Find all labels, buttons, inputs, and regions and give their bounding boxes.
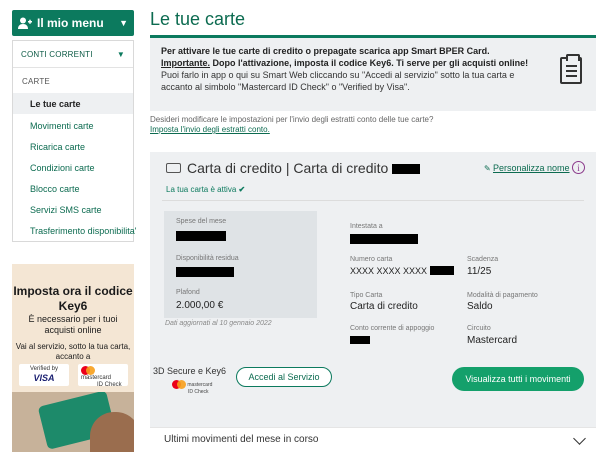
banner-subtitle: È necessario per i tuoi acquisti online bbox=[28, 314, 118, 335]
key6-promo-banner[interactable]: Imposta ora il codice Key6 È necessario … bbox=[12, 264, 134, 452]
mastercard-id-check-logo: mastercard ID Check bbox=[172, 380, 212, 395]
carte-group-label: CARTE bbox=[22, 77, 50, 86]
activation-info-box: Per attivare le tue carte di credito o p… bbox=[150, 35, 596, 111]
redacted bbox=[350, 234, 418, 244]
disponibilita-label: Disponibilità residua bbox=[176, 255, 239, 262]
info-line-2: Importante. Dopo l'attivazione, imposta … bbox=[161, 58, 529, 68]
view-all-transactions-button[interactable]: Visualizza tutti i movimenti bbox=[452, 367, 584, 391]
page-title: Le tue carte bbox=[150, 9, 246, 29]
recent-transactions-label: Ultimi movimenti del mese in corso bbox=[164, 434, 319, 445]
updated-note: Dati aggiornati al 10 gennaio 2022 bbox=[165, 320, 272, 327]
conto-label: Conto corrente di appoggio bbox=[350, 325, 435, 332]
scadenza-value: 11/25 bbox=[467, 266, 492, 277]
info-line-3: Puoi farlo in app o qui su Smart Web cli… bbox=[161, 70, 515, 92]
redacted bbox=[176, 267, 234, 277]
recent-transactions-accordion[interactable]: Ultimi movimenti del mese in corso bbox=[150, 427, 596, 453]
banner-title: Imposta ora il codice Key6 bbox=[13, 284, 133, 313]
sidebar-item-movimenti-carte[interactable]: Movimenti carte bbox=[13, 115, 133, 136]
conti-correnti-dropdown[interactable]: CONTI CORRENTI ▼ bbox=[13, 41, 133, 68]
sidebar-item-ricarica-carte[interactable]: Ricarica carte bbox=[13, 136, 133, 157]
secure-key6-label: 3D Secure e Key6 bbox=[153, 366, 227, 376]
card-in-hand-image bbox=[12, 392, 134, 452]
card-panel: Carta di credito | Carta di credito ✎ Pe… bbox=[150, 152, 596, 427]
tipo-label: Tipo Carta bbox=[350, 292, 383, 299]
chevron-down-icon: ▼ bbox=[116, 49, 125, 59]
chevron-down-icon: ▼ bbox=[119, 18, 128, 28]
check-icon: ✔ bbox=[238, 185, 246, 194]
sidebar-item-servizi-sms[interactable]: Servizi SMS carte bbox=[13, 199, 133, 220]
mastercard-id-check-logo: mastercard ID Check bbox=[78, 364, 128, 388]
credit-card-icon bbox=[166, 163, 181, 173]
sidebar-item-condizioni-carte[interactable]: Condizioni carte bbox=[13, 157, 133, 178]
redacted bbox=[176, 231, 226, 241]
pagamento-value: Saldo bbox=[467, 301, 493, 312]
sidebar-nav: CONTI CORRENTI ▼ CARTE Le tue carte Movi… bbox=[12, 40, 136, 242]
info-icon[interactable]: i bbox=[572, 161, 585, 174]
estratti-link[interactable]: Imposta l'invio degli estratti conto. bbox=[150, 125, 270, 134]
circuito-value: Mastercard bbox=[467, 335, 518, 346]
numero-label: Numero carta bbox=[350, 256, 393, 263]
redacted bbox=[350, 336, 370, 344]
personalizza-nome-link[interactable]: Personalizza nome bbox=[493, 163, 570, 173]
plafond-label: Plafond bbox=[176, 289, 200, 296]
banner-text: Vai al servizio, sotto la tua carta, acc… bbox=[15, 342, 131, 361]
redacted bbox=[392, 164, 421, 174]
tipo-value: Carta di credito bbox=[350, 301, 418, 312]
balance-box: Spese del mese Disponibilità residua Pla… bbox=[164, 211, 317, 318]
user-add-icon bbox=[18, 17, 32, 29]
verified-by-visa-logo: Verified by VISA bbox=[19, 364, 69, 386]
conti-correnti-label: CONTI CORRENTI bbox=[21, 49, 93, 59]
numero-value: XXXX XXXX XXXX bbox=[350, 266, 454, 276]
my-menu-button[interactable]: Il mio menu ▼ bbox=[12, 10, 134, 36]
my-menu-label: Il mio menu bbox=[37, 16, 104, 30]
mastercard-icon bbox=[172, 380, 186, 389]
spese-label: Spese del mese bbox=[176, 218, 227, 225]
chevron-down-icon bbox=[573, 432, 586, 445]
divider bbox=[162, 200, 584, 201]
pagamento-label: Modalità di pagamento bbox=[467, 292, 538, 299]
sidebar-item-blocco-carte[interactable]: Blocco carte bbox=[13, 178, 133, 199]
sidebar-item-le-tue-carte[interactable]: Le tue carte bbox=[13, 93, 133, 114]
estratti-question: Desideri modificare le impostazioni per … bbox=[150, 115, 434, 124]
scadenza-label: Scadenza bbox=[467, 256, 499, 263]
card-status: La tua carta è attiva ✔ bbox=[166, 185, 246, 194]
clipboard-icon bbox=[560, 54, 582, 84]
intestata-label: Intestata a bbox=[350, 223, 383, 230]
accedi-servizio-button[interactable]: Accedi al Servizio bbox=[236, 367, 332, 387]
circuito-label: Circuito bbox=[467, 325, 491, 332]
sidebar-item-trasferimento[interactable]: Trasferimento disponibilita' bbox=[13, 220, 136, 241]
mastercard-icon bbox=[81, 366, 95, 375]
info-line-1: Per attivare le tue carte di credito o p… bbox=[161, 46, 490, 56]
plafond-value: 2.000,00 € bbox=[176, 300, 224, 311]
card-title: Carta di credito | Carta di credito bbox=[187, 160, 421, 176]
pencil-icon: ✎ bbox=[484, 164, 491, 173]
